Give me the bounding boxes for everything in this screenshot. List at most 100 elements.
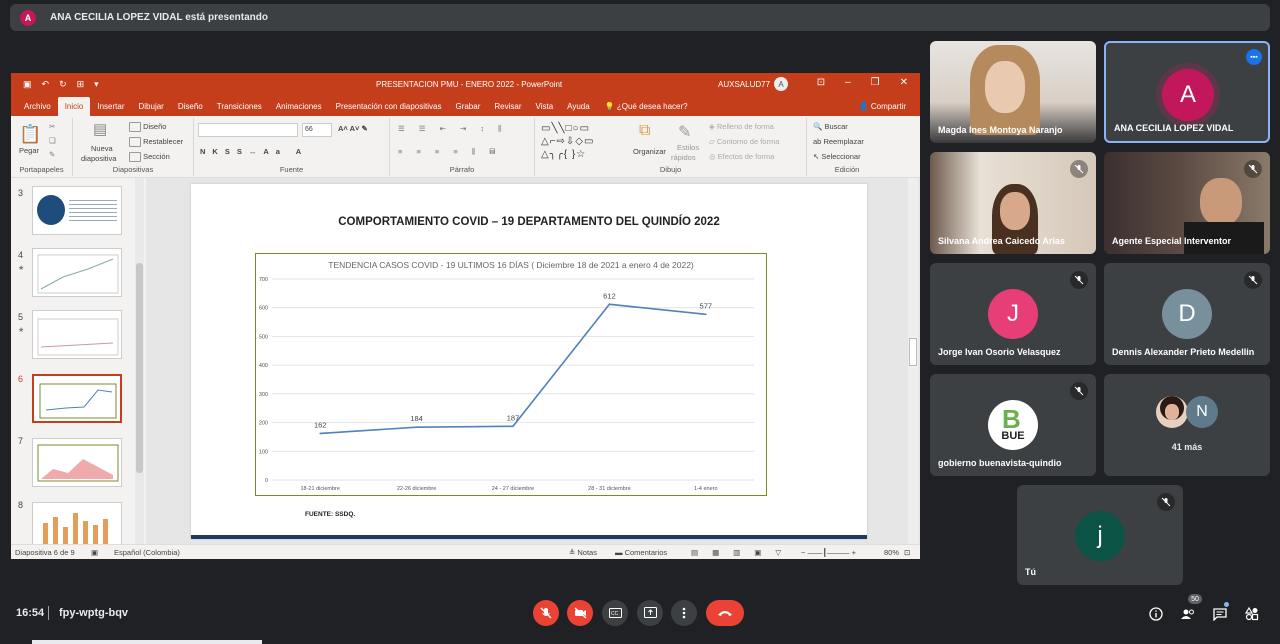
reset-button[interactable]: Restablecer <box>129 137 183 148</box>
paste-icon[interactable]: 📋 <box>19 124 41 145</box>
tab-dibujar[interactable]: Dibujar <box>132 102 171 116</box>
tab-animaciones[interactable]: Animaciones <box>269 102 329 116</box>
thumb-number: 5 <box>18 312 24 322</box>
paste-button[interactable]: Pegar <box>19 146 39 155</box>
hangup-icon <box>718 611 732 616</box>
scrollbar-thumb[interactable] <box>909 338 917 366</box>
group-drawing: ▭╲╲□○▭ △⌐⇨⇩◇▭ △╮╭{ }☆ ⧉ Organizar ✎ Estilo… <box>535 118 807 176</box>
people-button[interactable] <box>1178 604 1198 624</box>
quick-styles-label-1[interactable]: Estilos <box>677 143 699 152</box>
arrange-icon[interactable]: ⧉ <box>639 122 650 140</box>
font-grow-icon[interactable]: A˄ A˅ ✎ <box>338 124 368 133</box>
data-label: 612 <box>603 291 616 300</box>
participant-tile[interactable]: Agente Especial Interventor <box>1104 152 1270 254</box>
find-button[interactable]: 🔍 Buscar <box>813 122 848 131</box>
tab-revisar[interactable]: Revisar <box>487 102 528 116</box>
slide-thumbnail-5[interactable] <box>32 310 122 359</box>
toggle-mic-button[interactable] <box>533 600 559 626</box>
toggle-camera-button[interactable] <box>567 600 593 626</box>
slide-thumbnail-3[interactable] <box>32 186 122 235</box>
participant-tile[interactable]: J Jorge Ivan Osorio Velasquez <box>930 263 1096 365</box>
thumbnails-scrollbar[interactable] <box>135 178 144 544</box>
list-buttons[interactable]: ☰ ☰ ⇤ ⇥ ↕ ⫼ <box>398 124 508 134</box>
comments-button[interactable]: ▬ Comentarios <box>615 548 667 557</box>
more-participants-tile[interactable]: N 41 más <box>1104 374 1270 476</box>
tab-archivo[interactable]: Archivo <box>17 102 58 116</box>
tab-insertar[interactable]: Insertar <box>90 102 131 116</box>
undo-icon[interactable]: ↶ <box>42 79 50 90</box>
notes-button[interactable]: ≜ Notas <box>569 548 597 557</box>
zoom-level[interactable]: 80% <box>884 548 899 557</box>
tab-diseno[interactable]: Diseño <box>171 102 210 116</box>
section-button[interactable]: Sección <box>129 152 170 163</box>
ribbon-display-icon[interactable]: ⊡ <box>817 77 825 88</box>
copy-icon[interactable]: ❏ <box>49 136 56 145</box>
select-button[interactable]: ↖ Seleccionar <box>813 152 861 161</box>
shape-effects-button[interactable]: ◎ Efectos de forma <box>709 152 774 161</box>
self-tile[interactable]: j Tú <box>1017 485 1183 585</box>
participant-tile[interactable]: D Dennis Alexander Prieto Medellin <box>1104 263 1270 365</box>
new-slide-icon[interactable]: ▤ <box>93 120 107 138</box>
font-family-select[interactable] <box>198 123 298 137</box>
redo-icon[interactable]: ↻ <box>59 79 67 90</box>
font-size-select[interactable]: 66 <box>302 123 332 137</box>
tab-transiciones[interactable]: Transiciones <box>210 102 269 116</box>
share-button[interactable]: 👤 Compartir <box>859 102 906 111</box>
slide-scrollbar[interactable] <box>908 178 918 544</box>
zoom-slider[interactable]: − ——┃——— + <box>801 548 856 557</box>
slide-footer-bar <box>191 535 867 539</box>
replace-button[interactable]: ab Reemplazar <box>813 137 864 146</box>
tab-grabar[interactable]: Grabar <box>448 102 487 116</box>
present-now-button[interactable] <box>637 600 663 626</box>
slide-thumbnail-4[interactable] <box>32 248 122 297</box>
view-buttons[interactable]: ▤▦▥▣▽ <box>691 548 795 557</box>
help-search[interactable]: 💡 ¿Qué desea hacer? <box>597 102 688 116</box>
new-slide-label-2[interactable]: diapositiva <box>81 154 116 163</box>
cut-icon[interactable]: ✂ <box>49 122 55 131</box>
slide-thumbnail-6[interactable] <box>32 374 122 423</box>
new-slide-label-1[interactable]: Nueva <box>91 144 113 153</box>
chat-button[interactable] <box>1210 604 1230 624</box>
participant-tile[interactable]: Silvana Andrea Caicedo Arias <box>930 152 1096 254</box>
present-icon[interactable]: ⊞ <box>77 79 85 90</box>
save-icon[interactable]: ▣ <box>23 79 32 90</box>
shape-fill-button[interactable]: ◈ Relleno de forma <box>709 122 774 131</box>
scrollbar-thumb[interactable] <box>136 263 143 473</box>
notes-label: Notas <box>577 548 597 557</box>
format-painter-icon[interactable]: ✎ <box>49 150 55 159</box>
slide-thumbnail-7[interactable] <box>32 438 122 487</box>
tab-presentacion[interactable]: Presentación con diapositivas <box>329 102 449 116</box>
customize-icon[interactable]: ▾ <box>94 79 99 90</box>
leave-call-button[interactable] <box>706 600 744 626</box>
shape-outline-button[interactable]: ▱ Contorno de forma <box>709 137 779 146</box>
font-format-buttons[interactable]: NKSS↔Aa A <box>200 147 308 156</box>
captions-button[interactable]: CC <box>602 600 628 626</box>
tab-ayuda[interactable]: Ayuda <box>560 102 597 116</box>
shapes-gallery[interactable]: ▭╲╲□○▭ △⌐⇨⇩◇▭ △╮╭{ }☆ <box>541 122 631 162</box>
participant-tile[interactable]: Magda Ines Montoya Naranjo <box>930 41 1096 143</box>
work-area: 3 4 ★ 5 ★ 6 7 8 COMPORTAMIENTO COVID – 1… <box>11 178 920 551</box>
activities-button[interactable] <box>1242 604 1262 624</box>
layout-button[interactable]: Diseño <box>129 122 166 133</box>
participant-name: Dennis Alexander Prieto Medellin <box>1112 347 1255 357</box>
participant-tile-active-speaker[interactable]: A ▪▪▪ ANA CECILIA LOPEZ VIDAL <box>1104 41 1270 143</box>
fit-slide-icon[interactable]: ⊡ <box>904 548 910 557</box>
participant-tile[interactable]: B BUE gobierno buenavista-quindio <box>930 374 1096 476</box>
align-buttons[interactable]: ≡ ≡ ≡ ≡ ⫼ ▤ <box>398 147 501 157</box>
replace-label: Reemplazar <box>823 137 864 146</box>
restore-icon[interactable]: ❐ <box>871 77 880 88</box>
quick-styles-label-2[interactable]: rápidos <box>671 153 696 162</box>
arrange-button[interactable]: Organizar <box>633 147 666 156</box>
language-status[interactable]: Español (Colombia) <box>114 548 180 557</box>
group-slides: ▤ Nueva diapositiva Diseño Restablecer S… <box>73 118 194 176</box>
ppt-user-avatar[interactable]: A <box>774 77 788 91</box>
spellcheck-icon[interactable]: ▣ <box>91 548 98 557</box>
quick-styles-icon[interactable]: ✎ <box>678 122 691 142</box>
more-options-button[interactable] <box>671 600 697 626</box>
tab-vista[interactable]: Vista <box>529 102 561 116</box>
meeting-details-button[interactable] <box>1146 604 1166 624</box>
tab-inicio[interactable]: Inicio <box>57 97 91 116</box>
close-icon[interactable]: ✕ <box>900 77 908 88</box>
minimize-icon[interactable]: – <box>845 77 851 88</box>
y-tick-label: 400 <box>259 363 268 369</box>
